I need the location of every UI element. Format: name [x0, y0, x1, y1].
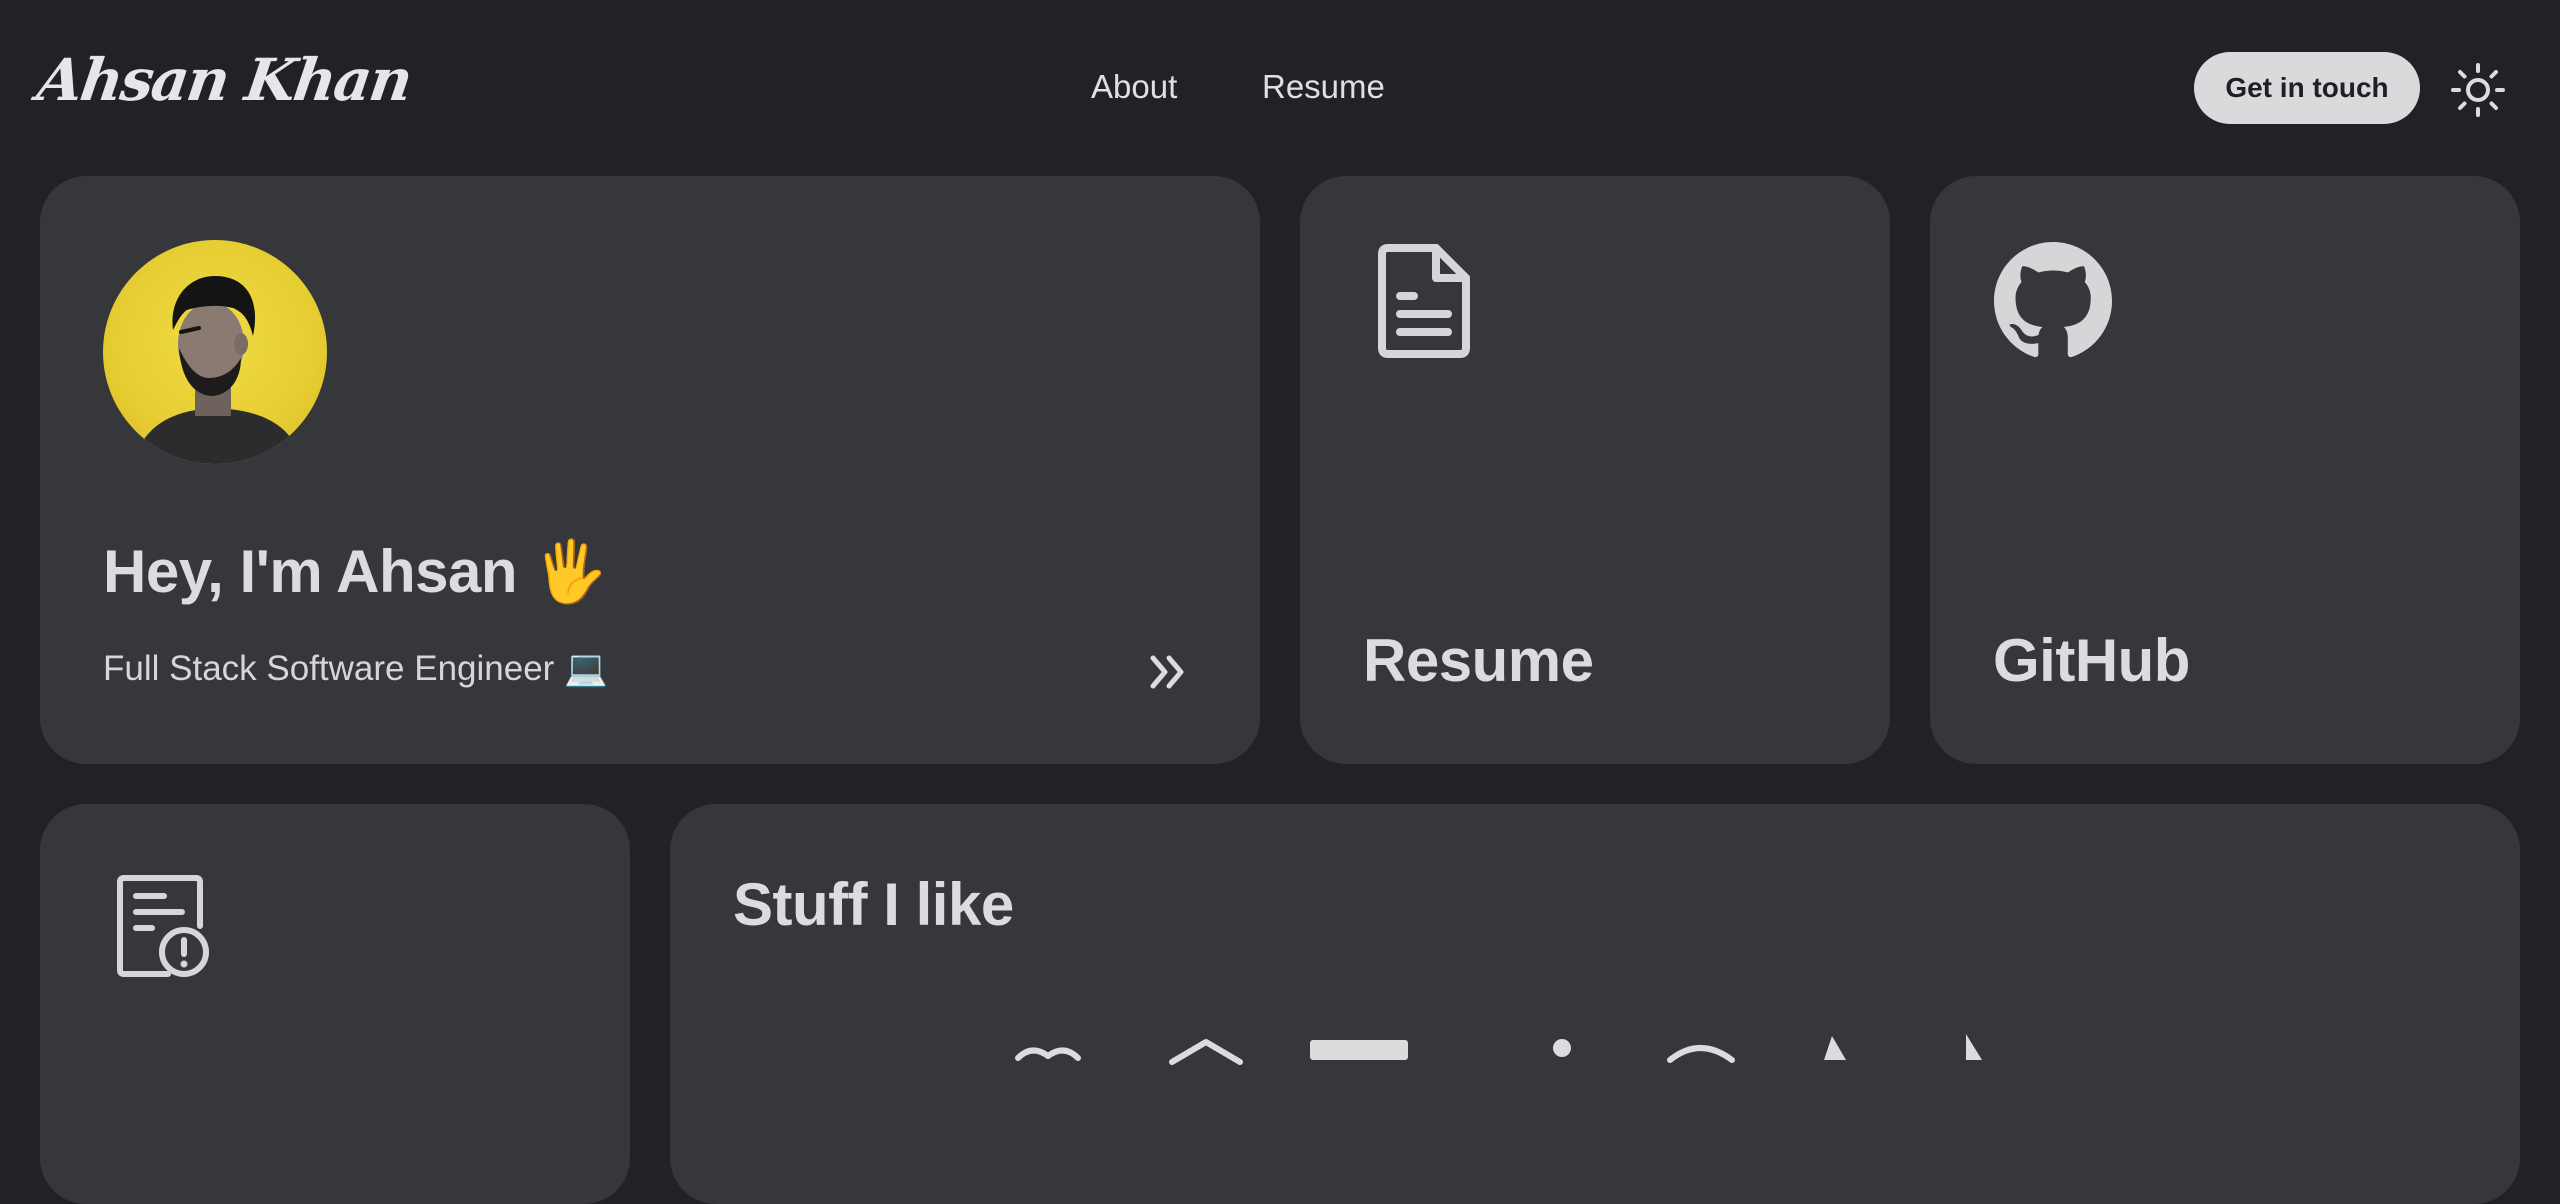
intro-subtitle: Full Stack Software Engineer 💻 — [103, 649, 608, 688]
stuff-icons-row — [1015, 1034, 1982, 1065]
resume-card[interactable]: Resume — [1300, 176, 1890, 764]
flame-icon — [1824, 1036, 1846, 1060]
avatar — [103, 240, 327, 464]
get-in-touch-button[interactable]: Get in touch — [2194, 52, 2420, 124]
house-icon — [1169, 1039, 1243, 1065]
site-logo[interactable]: Ahsan Khan — [33, 46, 415, 114]
nav-resume-link[interactable]: Resume — [1262, 68, 1385, 106]
double-chevron-right-icon — [1150, 655, 1184, 689]
stuff-i-like-card: Stuff I like — [670, 804, 2520, 1204]
github-card[interactable]: GitHub — [1930, 176, 2520, 764]
bow-icon — [1015, 1047, 1081, 1061]
theme-toggle-button[interactable] — [2450, 62, 2506, 118]
document-icon — [1378, 244, 1470, 358]
github-icon — [1994, 242, 2112, 358]
island-icon — [1667, 1045, 1735, 1063]
profile-photo-image — [133, 276, 303, 464]
resume-card-title: Resume — [1363, 627, 1594, 694]
site-header: Ahsan Khan About Resume Get in touch — [0, 0, 2560, 176]
sail-icon — [1966, 1034, 1982, 1060]
intro-card: Hey, I'm Ahsan 🖐 Full Stack Software Eng… — [40, 176, 1260, 764]
bottle-icon — [1553, 1039, 1571, 1057]
nav-about-link[interactable]: About — [1091, 68, 1177, 106]
intro-heading: Hey, I'm Ahsan 🖐 — [103, 538, 608, 605]
sun-icon — [2451, 63, 2505, 117]
github-card-title: GitHub — [1993, 627, 2190, 694]
notes-card[interactable] — [40, 804, 630, 1204]
monitor-icon — [1310, 1040, 1408, 1060]
intro-more-button[interactable] — [1145, 648, 1193, 696]
document-alert-icon — [117, 875, 209, 977]
